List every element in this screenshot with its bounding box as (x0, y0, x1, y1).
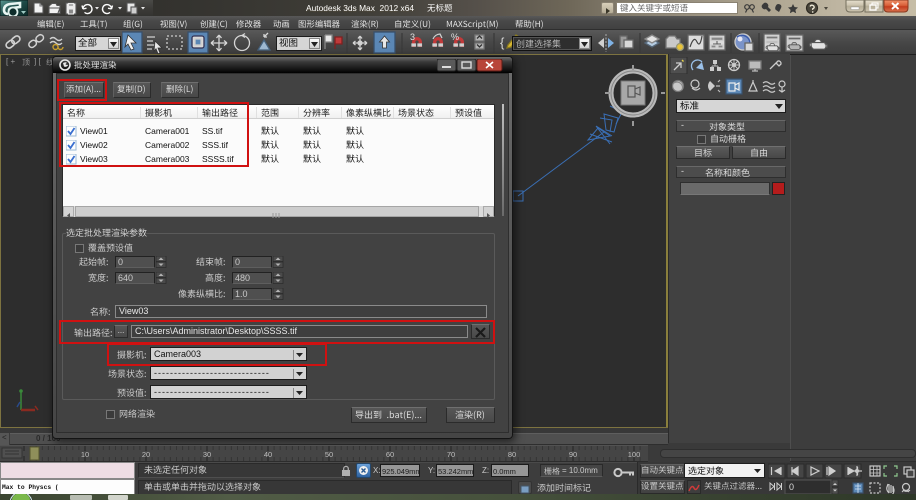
svg-text:80: 80 (508, 450, 516, 459)
svg-text:50: 50 (325, 450, 333, 459)
svg-text:60: 60 (386, 450, 394, 459)
svg-text:{: { (500, 35, 505, 50)
svg-text:%: % (451, 32, 459, 42)
svg-text:10: 10 (81, 450, 89, 459)
svg-text:40: 40 (264, 450, 272, 459)
svg-text:30: 30 (203, 450, 211, 459)
svg-text:3: 3 (410, 32, 415, 42)
svg-text:0: 0 (789, 482, 794, 492)
svg-text:70: 70 (447, 450, 455, 459)
svg-text:100: 100 (628, 450, 641, 459)
svg-text:20: 20 (142, 450, 150, 459)
svg-text:90: 90 (569, 450, 577, 459)
